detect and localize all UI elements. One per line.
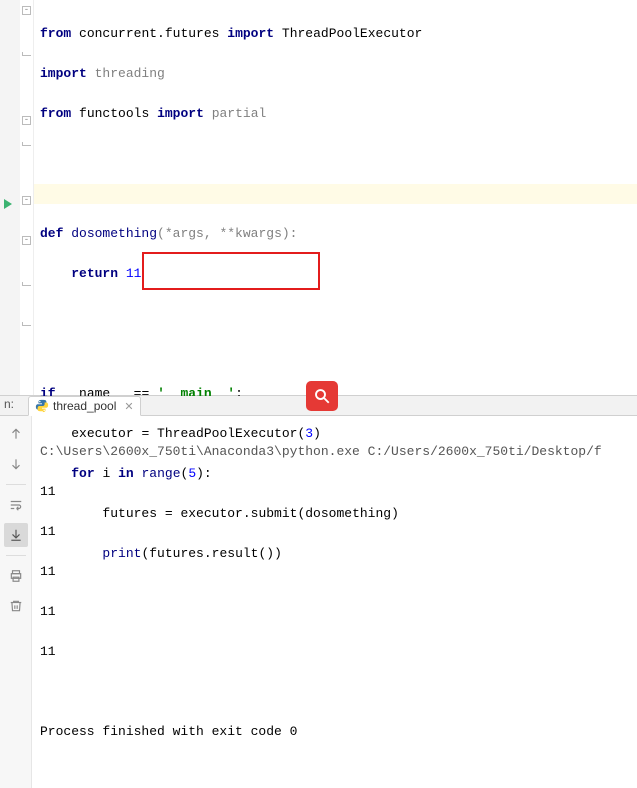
keyword: import [227,26,274,41]
fold-end-icon [22,52,31,56]
console-output-line: 11 [40,642,629,662]
trash-icon[interactable] [4,594,28,618]
code-line[interactable] [40,344,631,364]
expression: futures.result() [149,546,274,561]
identifier: executor [71,426,133,441]
fold-toggle-icon[interactable]: - [22,196,31,205]
console-toolbar [0,416,32,788]
code-line[interactable]: from functools import partial [40,104,631,124]
code-line[interactable] [40,304,631,324]
python-file-icon [35,399,49,413]
keyword: in [118,466,134,481]
code-line[interactable]: print(futures.result()) [40,544,631,564]
function-name: dosomething [71,226,157,241]
number: 11 [126,266,142,281]
code-line[interactable]: executor = ThreadPoolExecutor(3) [40,424,631,444]
builtin: range [141,466,180,481]
expression: executor.submit(dosomething) [180,506,398,521]
number: 5 [188,466,196,481]
editor-left-gutter [0,0,20,395]
builtin: print [102,546,141,561]
code-line[interactable] [40,144,631,164]
fold-gutter: - - - - [20,0,34,395]
class-name: ThreadPoolExecutor [157,426,297,441]
tab-label: thread_pool [53,399,116,413]
keyword: def [40,226,63,241]
scroll-down-icon[interactable] [4,452,28,476]
identifier: ThreadPoolExecutor [282,26,422,41]
code-line[interactable]: def dosomething(*args, **kwargs): [40,224,631,244]
scroll-to-end-icon[interactable] [4,523,28,547]
keyword: import [157,106,204,121]
module: threading [95,66,165,81]
keyword: from [40,26,71,41]
code-line[interactable]: from concurrent.futures import ThreadPoo… [40,24,631,44]
module: functools [79,106,149,121]
tab-prefix-label: n: [0,397,14,411]
fold-end-icon [22,282,31,286]
highlighted-line[interactable] [34,184,637,204]
keyword: for [71,466,94,481]
fold-toggle-icon[interactable]: - [22,236,31,245]
keyword: from [40,106,71,121]
keyword: import [40,66,87,81]
soft-wrap-icon[interactable] [4,493,28,517]
code-content[interactable]: from concurrent.futures import ThreadPoo… [34,0,637,395]
code-line[interactable]: futures = executor.submit(dosomething) [40,504,631,524]
close-icon[interactable]: ✕ [120,400,133,413]
search-badge-icon[interactable] [306,381,338,411]
fold-end-icon [22,322,31,326]
console-tab[interactable]: thread_pool ✕ [28,396,141,416]
params: (*args, **kwargs): [157,226,297,241]
console-exit-line: Process finished with exit code 0 [40,722,629,742]
code-line[interactable]: return 11 [40,264,631,284]
fold-toggle-icon[interactable]: - [22,116,31,125]
fold-end-icon [22,142,31,146]
identifier: partial [212,106,267,121]
console-output-line: 11 [40,602,629,622]
identifier: futures [102,506,157,521]
run-line-icon[interactable] [4,199,12,209]
fold-toggle-icon[interactable]: - [22,6,31,15]
print-icon[interactable] [4,564,28,588]
code-line[interactable]: import threading [40,64,631,84]
scroll-up-icon[interactable] [4,422,28,446]
number: 3 [305,426,313,441]
keyword: return [71,266,118,281]
code-editor[interactable]: - - - - from concurrent.futures import T… [0,0,637,395]
module: concurrent.futures [79,26,219,41]
separator [6,484,26,485]
console-blank-line [40,682,629,702]
separator [6,555,26,556]
code-line[interactable]: for i in range(5): [40,464,631,484]
